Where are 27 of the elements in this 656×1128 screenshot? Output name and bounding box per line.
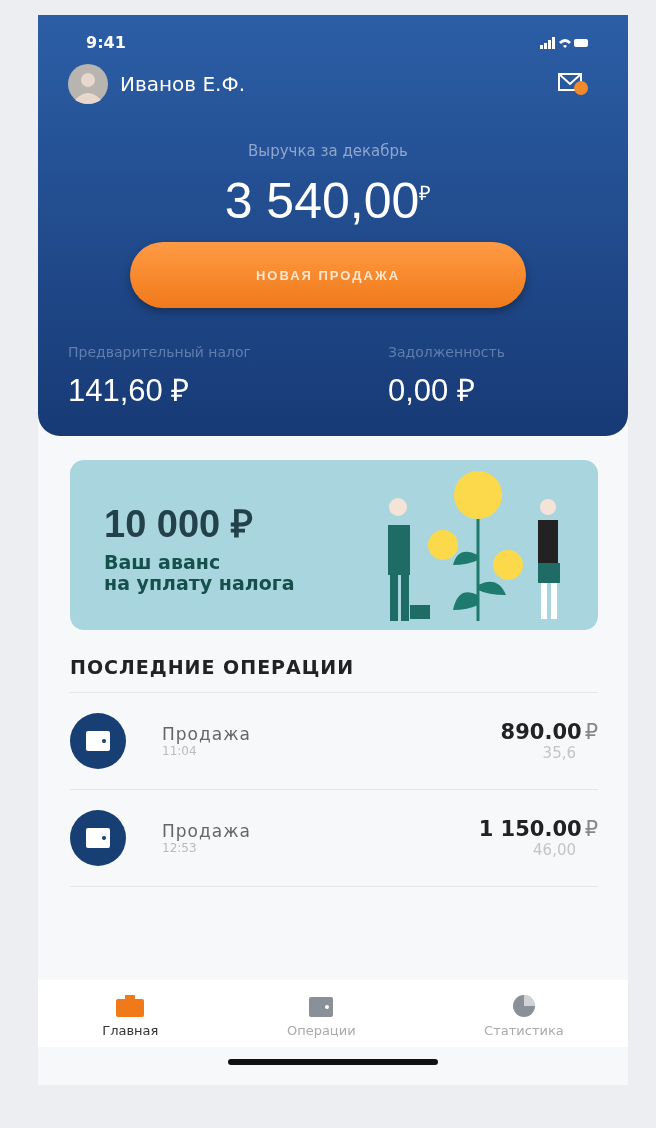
tab[interactable]: Главная: [96, 994, 165, 1039]
operation-time: 11:04: [162, 744, 198, 758]
promo-amount: 10 000 ₽: [104, 502, 254, 548]
status-time: 9:41: [86, 33, 126, 52]
operation-amount: 1 150.00₽: [478, 817, 598, 841]
summary-label: Задолженность: [388, 344, 506, 360]
wallet-icon: [309, 995, 334, 1017]
operation-amount: 890.00₽: [500, 720, 598, 744]
mail-icon[interactable]: [558, 72, 588, 96]
summary-value: 0,00 ₽: [388, 372, 476, 410]
status-icons: [540, 35, 588, 50]
operation-name: Продажа: [162, 821, 252, 841]
promo-text: Ваш аванс на уплату налога: [104, 552, 295, 594]
operation-time: 12:53: [162, 841, 198, 855]
revenue-amount: 3 540,00$^{₽}$: [223, 172, 433, 230]
operation-name: Продажа: [162, 724, 252, 744]
briefcase-icon: [116, 995, 145, 1017]
user-name: Иванов Е.Ф.: [120, 72, 247, 96]
promo-banner[interactable]: 10 000 ₽ Ваш аванс на уплату налога: [70, 460, 598, 630]
summary-label: Предварительный налог: [68, 344, 252, 360]
wallet-icon: [70, 713, 126, 769]
summary-value: 141,60 ₽: [68, 372, 191, 410]
wallet-icon: [70, 810, 126, 866]
pie-chart-icon: [512, 995, 535, 1017]
section-title: ПОСЛЕДНИЕ ОПЕРАЦИИ: [70, 656, 598, 693]
avatar[interactable]: [68, 64, 108, 104]
revenue-label: Выручка за декабрь: [247, 142, 409, 160]
